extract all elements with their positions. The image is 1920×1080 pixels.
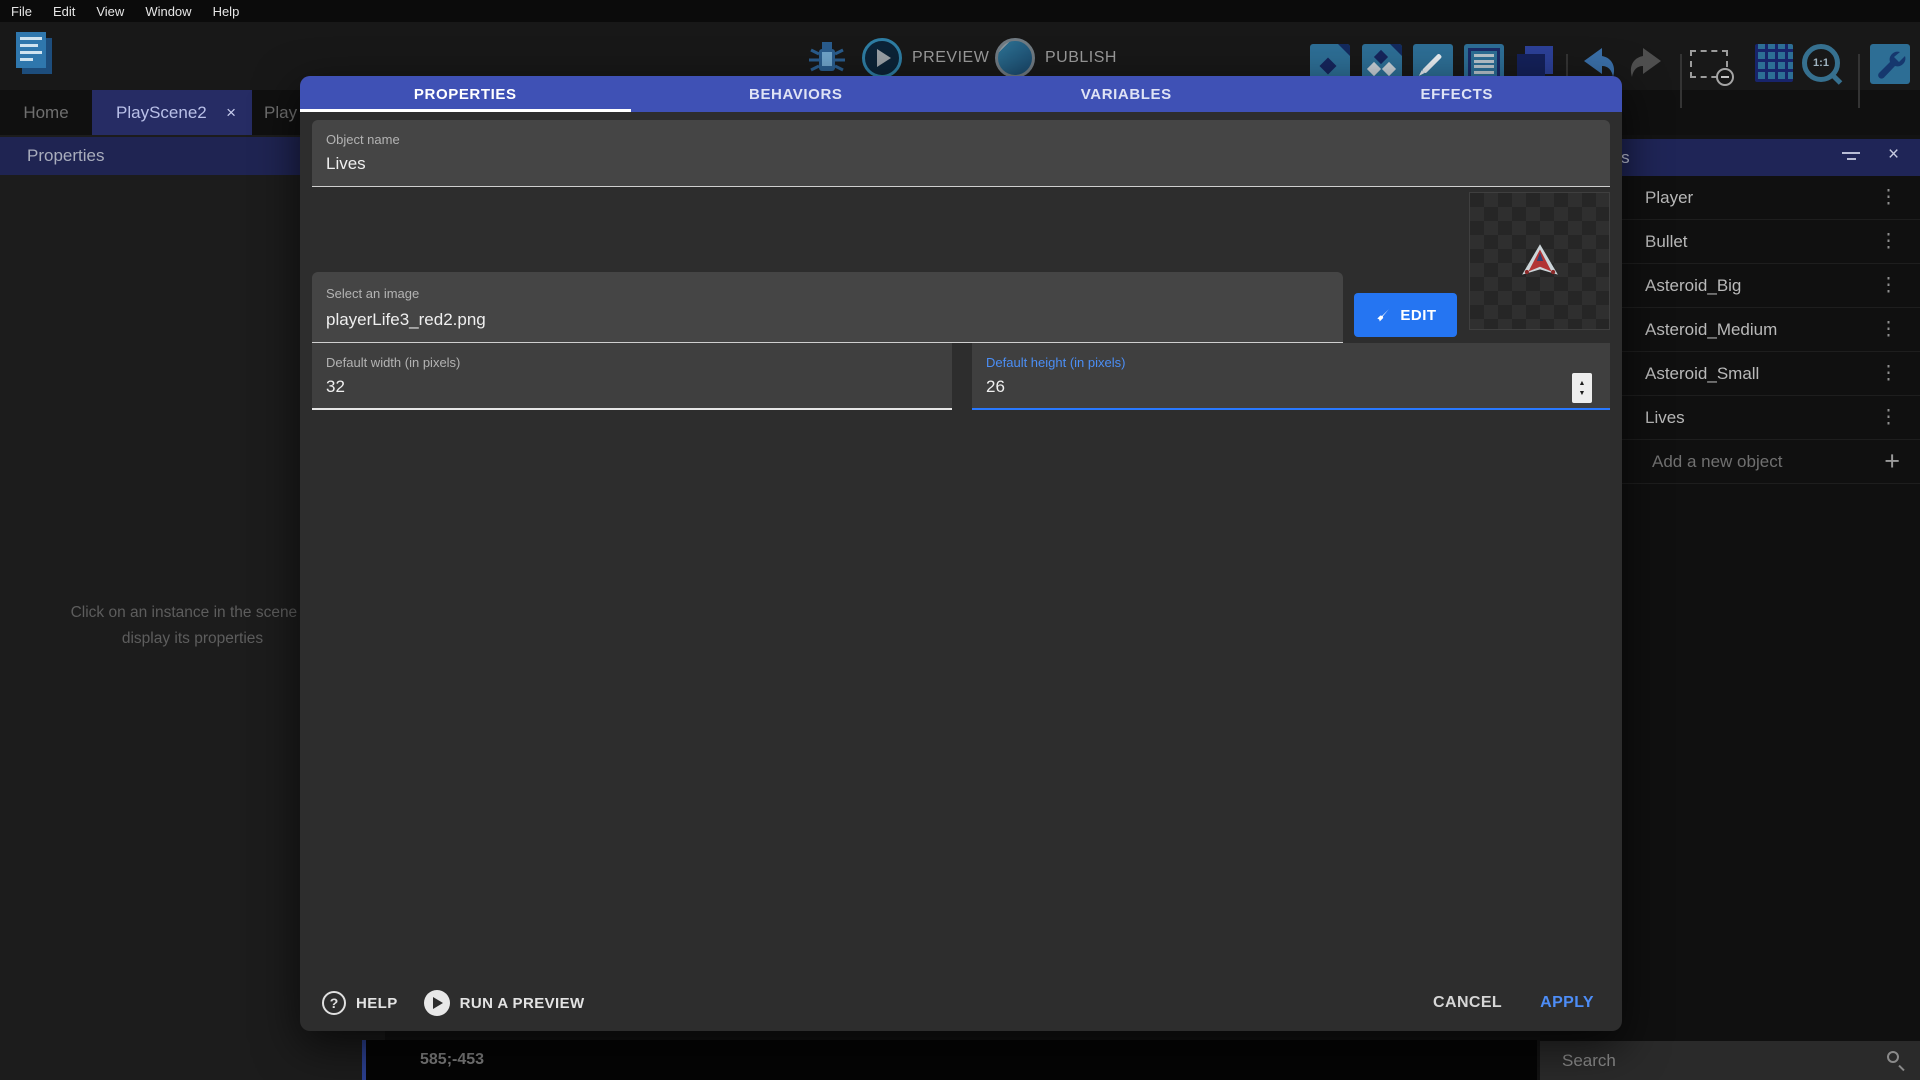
help-button[interactable]: ? HELP (322, 991, 398, 1015)
debugger-bug-icon[interactable] (805, 36, 849, 80)
default-width-label: Default width (in pixels) (326, 355, 460, 370)
tab-close-icon[interactable]: × (226, 103, 236, 123)
grid-icon[interactable] (1755, 44, 1795, 84)
tab-playscene2[interactable]: PlayScene2 × (92, 90, 252, 135)
edit-image-button[interactable]: EDIT (1354, 293, 1457, 337)
select-image-value: playerLife3_red2.png (326, 310, 486, 330)
tab-effects[interactable]: EFFECTS (1292, 76, 1623, 112)
run-a-preview-button[interactable]: RUN A PREVIEW (424, 990, 585, 1016)
objects-search-bar (1540, 1041, 1920, 1080)
dialog-footer: ? HELP RUN A PREVIEW CANCEL APPLY (322, 985, 1594, 1021)
object-menu-icon[interactable]: ⋮ (1879, 362, 1898, 385)
ship-sprite-icon (1519, 242, 1561, 280)
menu-bar: File Edit View Window Help (0, 0, 1920, 22)
dialog-tab-bar: PROPERTIES BEHAVIORS VARIABLES EFFECTS (300, 76, 1622, 112)
publish-label: PUBLISH (1045, 49, 1117, 67)
edit-button-label: EDIT (1400, 307, 1436, 324)
settings-wrench-icon[interactable] (1870, 44, 1910, 84)
redo-icon[interactable] (1627, 44, 1667, 84)
toolbar-separator (1680, 54, 1682, 108)
tab-home-label: Home (23, 103, 68, 123)
play-icon (424, 990, 450, 1016)
toolbar-separator (1858, 54, 1860, 108)
menu-view[interactable]: View (96, 4, 124, 19)
tab-properties[interactable]: PROPERTIES (300, 76, 631, 112)
object-menu-icon[interactable]: ⋮ (1879, 274, 1898, 297)
select-image-label: Select an image (326, 286, 419, 301)
help-icon: ? (322, 991, 346, 1015)
stepper-up-icon[interactable]: ▲ (1579, 380, 1586, 387)
plus-icon: + (1884, 446, 1900, 477)
publish-globe-icon (995, 38, 1035, 78)
selection-mask-icon[interactable] (1690, 44, 1730, 84)
zoom-1-1-icon[interactable]: 1:1 (1802, 44, 1842, 84)
preview-label: PREVIEW (912, 49, 989, 67)
menu-window[interactable]: Window (145, 4, 191, 19)
image-preview-thumbnail (1469, 192, 1610, 330)
stepper-down-icon[interactable]: ▼ (1579, 390, 1586, 397)
apply-button[interactable]: APPLY (1540, 994, 1594, 1012)
object-name-label: Object name (326, 132, 400, 147)
tab-behaviors[interactable]: BEHAVIORS (631, 76, 962, 112)
gdevelop-window: File Edit View Window Help PREVIEW PUBLI… (0, 0, 1920, 1080)
close-panel-icon[interactable]: × (1888, 144, 1899, 166)
object-name-field[interactable]: Object name Lives (312, 120, 1610, 187)
default-height-value: 26 (986, 377, 1005, 397)
project-manager-icon[interactable] (14, 30, 54, 76)
tab-home[interactable]: Home (0, 90, 92, 135)
object-name-value: Lives (326, 154, 366, 174)
object-menu-icon[interactable]: ⋮ (1879, 318, 1898, 341)
project-manager-icon-front (16, 32, 46, 68)
properties-panel-title: Properties (27, 146, 104, 166)
object-menu-icon[interactable]: ⋮ (1879, 406, 1898, 429)
object-menu-icon[interactable]: ⋮ (1879, 230, 1898, 253)
height-stepper[interactable]: ▲ ▼ (1572, 373, 1592, 403)
object-menu-icon[interactable]: ⋮ (1879, 186, 1898, 209)
search-input[interactable] (1540, 1041, 1920, 1080)
zoom-ratio-label: 1:1 (1813, 57, 1829, 69)
tab-next-label: Play (264, 103, 297, 123)
select-image-field[interactable]: Select an image playerLife3_red2.png (312, 272, 1343, 343)
menu-file[interactable]: File (11, 4, 32, 19)
publish-button[interactable]: PUBLISH (995, 36, 1117, 80)
scene-status-bar: 585;-453 (362, 1040, 1537, 1080)
menu-edit[interactable]: Edit (53, 4, 75, 19)
cancel-button[interactable]: CANCEL (1433, 994, 1502, 1012)
preview-button[interactable]: PREVIEW (862, 36, 989, 80)
filter-icon[interactable] (1840, 148, 1862, 166)
default-width-value: 32 (326, 377, 345, 397)
default-height-label: Default height (in pixels) (986, 355, 1125, 370)
tab-variables[interactable]: VARIABLES (961, 76, 1292, 112)
default-height-field[interactable]: Default height (in pixels) 26 ▲ ▼ (972, 343, 1610, 410)
cursor-coordinates: 585;-453 (420, 1051, 484, 1069)
default-width-field[interactable]: Default width (in pixels) 32 (312, 343, 952, 410)
object-properties-dialog: PROPERTIES BEHAVIORS VARIABLES EFFECTS O… (300, 76, 1622, 1031)
search-icon (1886, 1050, 1906, 1070)
preview-play-icon (862, 38, 902, 78)
tab-playscene2-label: PlayScene2 (116, 103, 207, 123)
brush-icon (1374, 307, 1391, 324)
menu-help[interactable]: Help (213, 4, 240, 19)
